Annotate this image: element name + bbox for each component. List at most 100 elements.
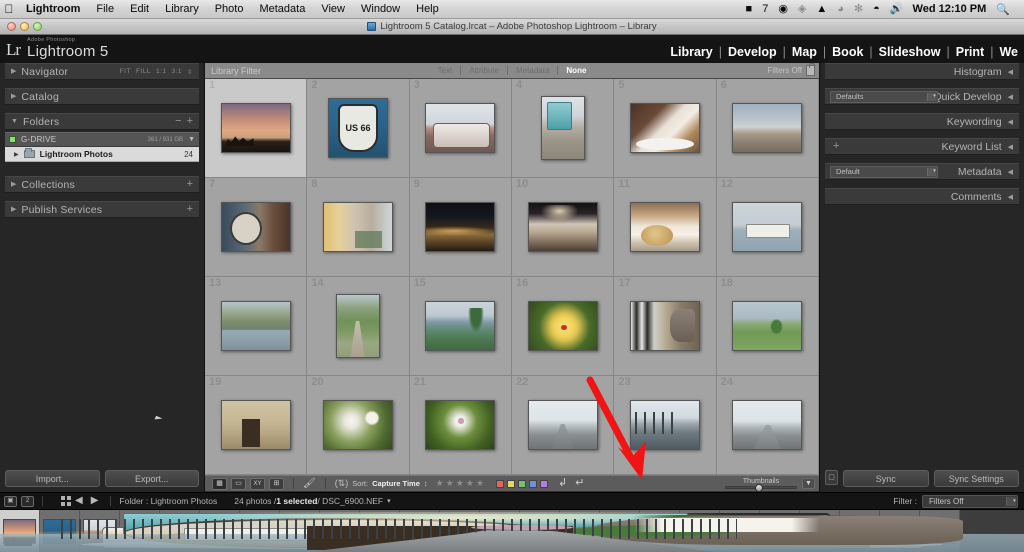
thumbnail-pier-walkway[interactable] [732,400,803,450]
airplay-icon[interactable]: ◉ [773,0,793,19]
module-develop[interactable]: Develop [722,45,783,59]
thumbnail-ferry-boat[interactable] [732,202,803,252]
color-label-swatches[interactable] [492,479,552,488]
star-4-icon[interactable]: ★ [466,479,474,488]
menu-edit[interactable]: Edit [122,0,157,19]
grid-cell-garden-path[interactable]: 14 [307,277,410,376]
color-label-4[interactable] [529,479,538,488]
sort-value[interactable]: Capture Time [372,479,420,488]
sync-button[interactable]: Sync [843,470,929,487]
module-book[interactable]: Book [826,45,869,59]
remove-folder-icon[interactable]: − [175,116,181,127]
keyword-list-twisty-icon[interactable]: ◀ [1008,143,1019,151]
grid-cell-sunset-silhouette[interactable]: 1 [205,79,308,178]
grid-cell-resort-reflecting-pond[interactable]: 13 [205,277,308,376]
spray-painter-icon[interactable]: 🖌 [303,478,316,489]
thumbnail-garden-path[interactable] [335,294,380,358]
grid-cell-white-roses[interactable]: 20 [307,376,410,475]
selection-dropdown-caret-icon[interactable]: ▾ [383,498,395,505]
catalog-twisty-icon[interactable]: ▶ [5,93,21,100]
grid-cell-stone-building-facade[interactable]: 19 [205,376,308,475]
thumbnail-green-field-tree[interactable] [732,301,803,351]
color-label-2[interactable] [507,479,516,488]
filmstrip[interactable] [0,510,1024,552]
grid-cell-ferry-boat[interactable]: 12 [716,178,819,277]
sync-settings-button[interactable]: Sync Settings [933,470,1019,487]
menu-metadata[interactable]: Metadata [251,0,313,19]
thumbnail-slider-track[interactable] [725,484,797,492]
thumbnail-sunset-silhouette[interactable] [220,103,291,153]
zoom-stepper-icon[interactable]: ⇳ [187,68,193,76]
navigator-twisty-icon[interactable]: ▶ [5,68,21,75]
thumbnail-route-66-sign[interactable] [327,98,388,158]
zoom-fill[interactable]: FILL [136,68,151,75]
volume-row-g-drive[interactable]: G-DRIVE 361 / 931 GB ▼ [5,132,199,147]
keywording-twisty-icon[interactable]: ◀ [1008,118,1019,126]
panel-navigator[interactable]: ▶ Navigator FIT FILL 1:1 3:1 ⇳ [5,63,199,80]
notifications-icon[interactable]: ◕ [832,0,849,19]
menubar-clock[interactable]: Wed 12:10 PM [909,3,993,15]
panel-folders[interactable]: ▼ Folders − + [5,113,199,130]
grid-cell-pier-pilings[interactable]: 23 [614,376,717,475]
folder-row-lightroom-photos[interactable]: ▶ Lightroom Photos 24 [5,147,199,162]
import-button[interactable]: Import... [5,470,100,487]
loupe-toggle-icon[interactable]: ▣ [4,495,17,507]
grid-cell-chandelier-market[interactable]: 10 [512,178,615,277]
filter-select-chevron-icon[interactable]: ▾ [1006,496,1016,506]
zoom-1-1[interactable]: 1:1 [156,68,167,75]
panel-metadata[interactable]: Default ▾ Metadata ◀ [825,163,1019,180]
page-badge[interactable]: 2 [21,495,34,507]
thumbnail-palm-tree-coast[interactable] [425,301,496,351]
grid-cell-night-cityscape[interactable]: 9 [409,178,512,277]
metadata-chevron-icon[interactable]: ▾ [927,167,936,176]
color-label-1[interactable] [496,479,505,488]
rating-stars[interactable]: ★ ★ ★ ★ ★ [432,479,488,488]
grid-cell-street-cafe[interactable]: 8 [307,178,410,277]
module-print[interactable]: Print [950,45,990,59]
quick-develop-chevron-icon[interactable]: ▾ [927,92,936,101]
comments-twisty-icon[interactable]: ◀ [1008,193,1019,201]
zoom-3-1[interactable]: 3:1 [172,68,183,75]
publish-twisty-icon[interactable]: ▶ [5,206,21,213]
thumbnail-cake-slice-on-plate[interactable] [629,103,700,153]
add-publish-service-icon[interactable]: + [187,204,193,215]
toolbar-options-chevron-icon[interactable]: ▼ [802,478,815,489]
thumbnail-station-clock[interactable] [220,202,291,252]
panel-quick-develop[interactable]: Defaults ▾ Quick Develop ◀ [825,88,1019,105]
panel-keyword-list[interactable]: + Keyword List ◀ [825,138,1019,155]
histogram-twisty-icon[interactable]: ◀ [1008,68,1019,76]
grid-cell-valley-vista[interactable]: 6 [716,79,819,178]
thumbnail-pier-pilings[interactable] [629,400,700,450]
filter-tab-text[interactable]: Text [430,66,461,75]
quick-develop-twisty-icon[interactable]: ◀ [1008,93,1019,101]
grid-cell-vintage-fire-truck[interactable]: 3 [409,79,512,178]
wifi-icon[interactable]: ◓ [868,0,885,19]
compare-view-button[interactable]: XY [250,477,265,490]
grid-view-button[interactable]: ▦ [212,477,227,490]
apple-logo-icon[interactable]:  [0,3,18,16]
lock-icon[interactable] [806,63,815,76]
menu-help[interactable]: Help [408,0,447,19]
grid-cell-pier-walkway[interactable]: 24 [716,376,819,475]
thumbnail-slider-knob[interactable] [755,484,764,492]
menu-photo[interactable]: Photo [207,0,252,19]
color-label-5[interactable] [540,479,549,488]
grid-cell-palm-tree-coast[interactable]: 15 [409,277,512,376]
survey-view-button[interactable]: ⊞ [269,477,284,490]
battery-icon[interactable]: ■ [741,0,758,19]
menu-file[interactable]: File [88,0,122,19]
module-map[interactable]: Map [786,45,823,59]
filter-tab-none[interactable]: None [558,66,594,75]
grid-cell-white-daisy[interactable]: 21 [409,376,512,475]
filter-tab-attribute[interactable]: Attribute [461,66,507,75]
thumbnail-valley-vista[interactable] [732,103,803,153]
panel-collections[interactable]: ▶ Collections + [5,176,199,193]
folder-twisty-icon[interactable]: ▶ [5,151,24,158]
star-3-icon[interactable]: ★ [456,479,464,488]
thumbnail-street-cafe[interactable] [322,202,393,252]
thumbnail-zebra-and-rhino[interactable] [629,301,700,351]
thumbnail-stone-building-facade[interactable] [220,400,291,450]
module-slideshow[interactable]: Slideshow [873,45,947,59]
grid-cell-green-field-tree[interactable]: 18 [716,277,819,376]
thumbnail-wooden-pier[interactable] [527,400,598,450]
